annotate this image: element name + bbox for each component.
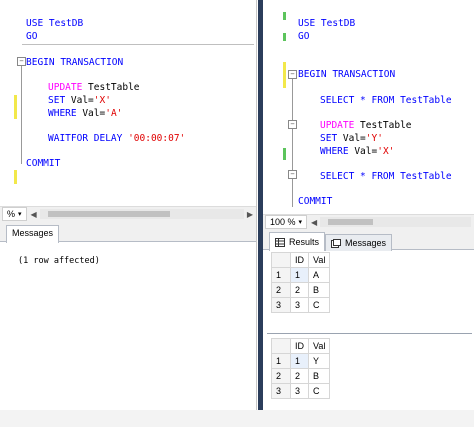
right-update-line[interactable]: UPDATE TestTable [320, 120, 412, 133]
table-row[interactable]: 2 2 B [271, 282, 331, 298]
right-change-marker [283, 62, 286, 88]
right-where-line[interactable]: WHERE Val='X' [320, 146, 394, 159]
row-number: 1 [271, 353, 291, 369]
left-fold-line [21, 66, 22, 164]
window-bottom-edge [0, 410, 474, 427]
left-go-separator [22, 44, 254, 45]
row-number: 1 [271, 267, 291, 283]
left-go-line[interactable]: GO [26, 31, 37, 44]
right-use-line[interactable]: USE TestDB [298, 18, 355, 31]
table-row[interactable]: 1 1 Y [271, 353, 331, 369]
left-scroll-thumb[interactable] [47, 211, 171, 217]
column-header[interactable]: ID [290, 338, 309, 354]
messages-tab-label: Messages [345, 238, 387, 248]
grid-icon [275, 237, 285, 247]
left-gutter [0, 0, 10, 190]
results-grid-1[interactable]: ID Val 1 1 A 2 2 B 3 3 C [271, 252, 331, 313]
right-select1-line[interactable]: SELECT * FROM TestTable [320, 95, 452, 108]
right-tab-results[interactable]: Results [269, 232, 326, 251]
left-message-text: (1 row affected) [18, 256, 100, 266]
table-cell[interactable]: 3 [290, 297, 309, 313]
row-number: 3 [271, 383, 291, 399]
right-commit-line[interactable]: COMMIT [298, 196, 332, 209]
left-query-pane: − USE TestDB GO BEGIN TRANSACTION UPDATE… [0, 0, 257, 427]
results-grid-2[interactable]: ID Val 1 1 Y 2 2 B 3 3 C [271, 338, 331, 399]
left-zoom-value: % [7, 209, 16, 219]
right-set-line[interactable]: SET Val='Y' [320, 133, 383, 146]
left-zoom-select[interactable]: % ▾ [2, 207, 27, 221]
right-begin-line[interactable]: BEGIN TRANSACTION [298, 69, 395, 82]
left-commit-line[interactable]: COMMIT [26, 158, 60, 171]
right-change-marker [283, 148, 286, 160]
table-cell[interactable]: C [307, 383, 331, 399]
right-zoom-select[interactable]: 100 % ▾ [265, 215, 308, 229]
results-grid-separator [267, 333, 472, 334]
messages-tab-label: Messages [12, 228, 54, 238]
row-number-header [271, 252, 291, 268]
grid-header-row: ID Val [271, 252, 331, 268]
left-where-line[interactable]: WHERE Val='A' [48, 108, 122, 121]
left-use-line[interactable]: USE TestDB [26, 18, 83, 31]
table-cell[interactable]: 1 [290, 353, 309, 369]
right-fold-toggle[interactable]: − [288, 70, 297, 79]
table-cell[interactable]: B [307, 368, 331, 384]
right-change-marker [283, 12, 286, 20]
right-change-marker [283, 33, 286, 41]
chevron-down-icon: ▾ [298, 219, 303, 226]
right-horizontal-scrollbar[interactable] [320, 217, 471, 227]
column-header[interactable]: Val [307, 252, 331, 268]
left-fold-toggle[interactable]: − [17, 57, 26, 66]
right-tab-messages[interactable]: Messages [325, 234, 393, 251]
right-zoom-value: 100 % [270, 217, 296, 227]
left-waitfor-line[interactable]: WAITFOR DELAY '00:00:07' [48, 133, 185, 146]
left-change-marker [14, 95, 17, 119]
table-cell[interactable]: C [307, 297, 331, 313]
row-number: 2 [271, 368, 291, 384]
right-editor-statusbar: 100 % ▾ ◀ [263, 214, 474, 229]
left-change-marker [14, 170, 17, 184]
right-scroll-thumb[interactable] [328, 219, 374, 225]
table-cell[interactable]: 2 [290, 368, 309, 384]
left-tab-messages[interactable]: Messages [6, 225, 60, 243]
table-cell[interactable]: Y [307, 353, 331, 369]
row-number: 3 [271, 297, 291, 313]
table-row[interactable]: 3 3 C [271, 383, 331, 399]
left-update-line[interactable]: UPDATE TestTable [48, 82, 140, 95]
table-cell[interactable]: B [307, 282, 331, 298]
table-cell[interactable]: 1 [290, 267, 309, 283]
scroll-left-icon[interactable]: ◀ [311, 218, 317, 227]
right-fold-toggle[interactable]: − [288, 120, 297, 129]
left-begin-line[interactable]: BEGIN TRANSACTION [26, 57, 123, 70]
right-go-line[interactable]: GO [298, 31, 309, 44]
table-cell[interactable]: 3 [290, 383, 309, 399]
right-query-pane: − − − USE TestDB GO BEGIN TRANSACTION SE… [263, 0, 474, 427]
scroll-left-icon[interactable]: ◀ [31, 210, 37, 219]
left-horizontal-scrollbar[interactable] [39, 209, 244, 219]
table-row[interactable]: 3 3 C [271, 297, 331, 313]
messages-icon [331, 238, 341, 248]
column-header[interactable]: ID [290, 252, 309, 268]
scroll-right-icon[interactable]: ▶ [247, 210, 253, 219]
column-header[interactable]: Val [307, 338, 331, 354]
table-row[interactable]: 2 2 B [271, 368, 331, 384]
left-editor-statusbar: % ▾ ◀ ▶ [0, 206, 256, 221]
ssms-window: − USE TestDB GO BEGIN TRANSACTION UPDATE… [0, 0, 474, 427]
chevron-down-icon: ▾ [18, 211, 22, 218]
right-select2-line[interactable]: SELECT * FROM TestTable [320, 171, 452, 184]
row-number-header [271, 338, 291, 354]
row-number: 2 [271, 282, 291, 298]
table-cell[interactable]: 2 [290, 282, 309, 298]
grid-header-row: ID Val [271, 338, 331, 354]
table-row[interactable]: 1 1 A [271, 267, 331, 283]
right-fold-toggle[interactable]: − [288, 170, 297, 179]
right-fold-line [292, 79, 293, 207]
table-cell[interactable]: A [307, 267, 331, 283]
results-tab-label: Results [289, 237, 320, 247]
left-set-line[interactable]: SET Val='X' [48, 95, 111, 108]
